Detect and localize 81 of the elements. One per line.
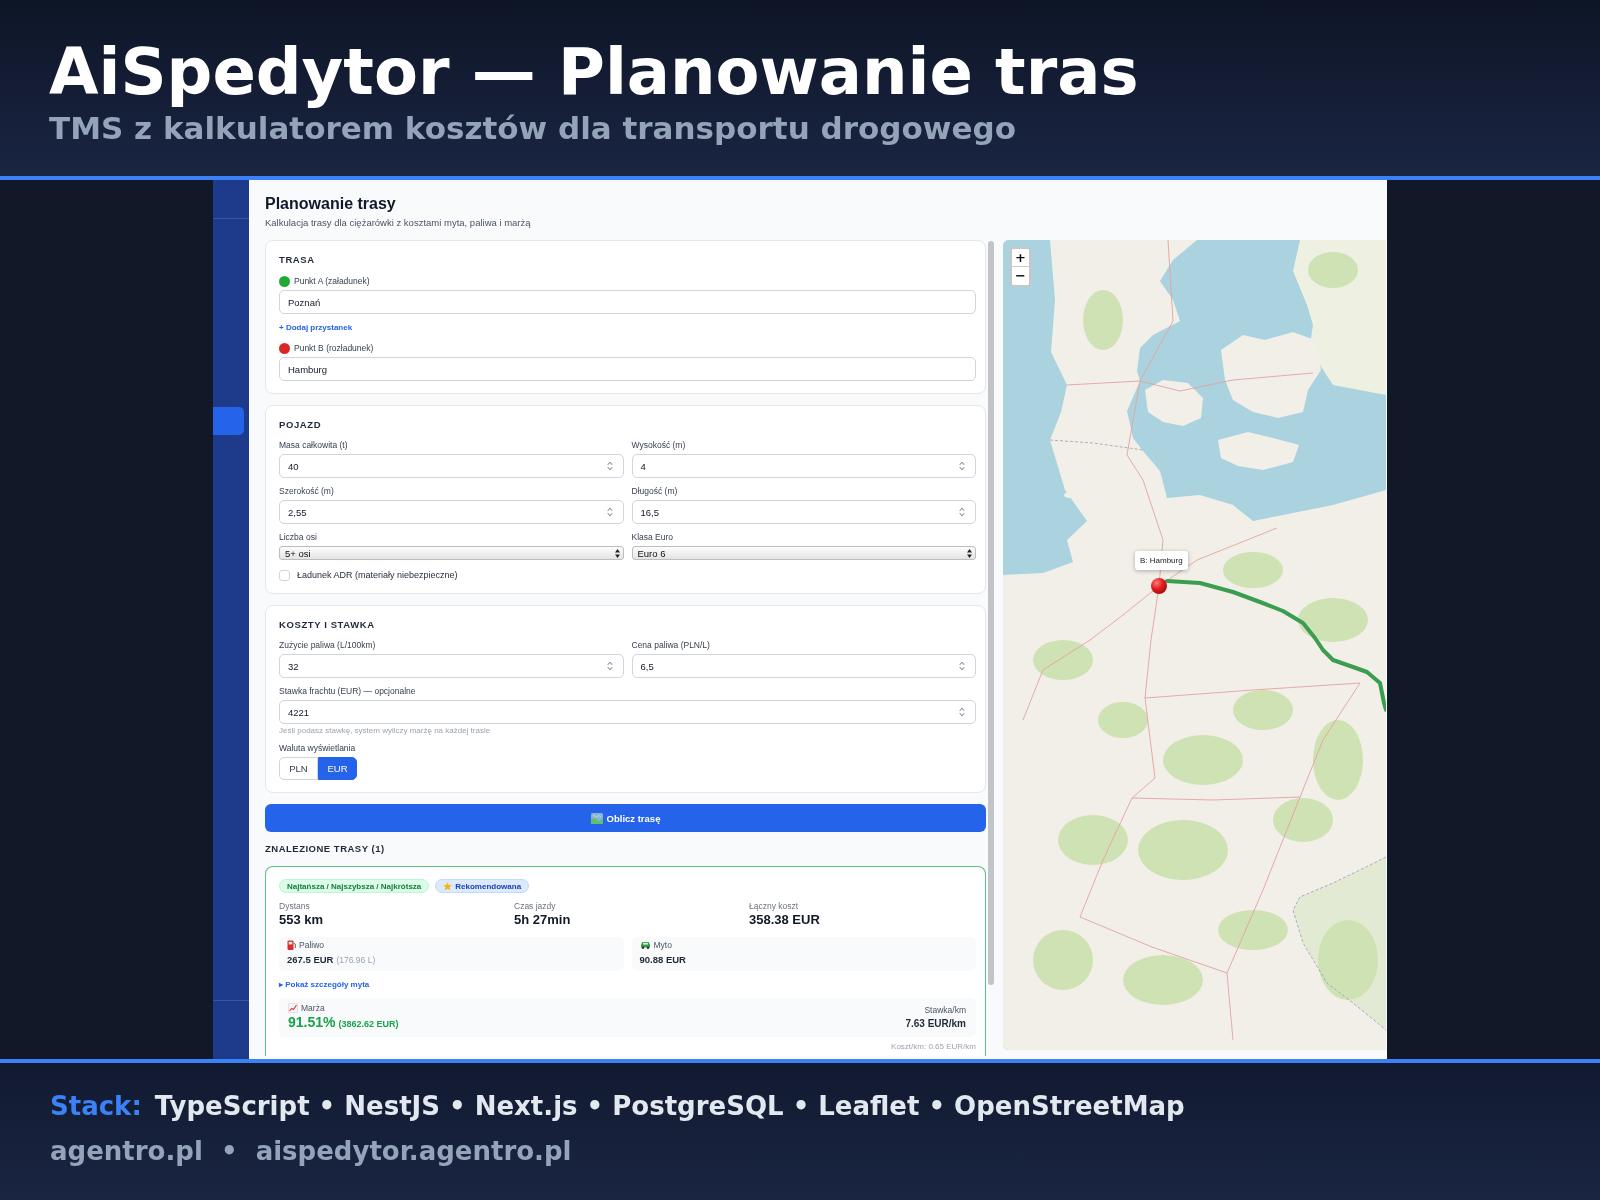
field-label: Cena paliwa (PLN/L) [631, 639, 710, 651]
location-input[interactable]: Hamburg [279, 357, 976, 381]
section-heading: KOSZTY I STAWKA [279, 619, 375, 631]
spinner-arrows-icon [959, 461, 965, 471]
sidebar-item[interactable] [213, 407, 244, 435]
stack-list: TypeScript • NestJS • Next.js • PostgreSQL • Leaflet • OpenStreetMap [154, 1089, 1185, 1123]
cost-value: 267.5 EUR [287, 953, 334, 966]
tag-label: Rekomendowana [455, 881, 522, 891]
spinner-arrows-icon [959, 707, 965, 717]
currency-option[interactable]: EUR [318, 757, 357, 780]
field-label: Punkt B (rozładunek) [294, 342, 374, 354]
select-field[interactable]: Euro 6 [631, 546, 976, 560]
stack-label: Stack: [50, 1090, 142, 1123]
spinner-arrows-icon [606, 461, 613, 471]
currency-option[interactable]: PLN [279, 757, 318, 780]
margin-percent: 91.51% [288, 1014, 336, 1031]
hint-text: Jeśli podasz stawkę, system wyliczy marżę na każdej trasie [279, 726, 491, 735]
number-input[interactable]: 4221 [279, 700, 976, 724]
field-label: Wysokość (m) [631, 439, 686, 451]
spinner-arrows-icon [606, 661, 613, 671]
number-input[interactable]: 40 [279, 454, 624, 478]
field-label: Punkt A (załadunek) [294, 275, 370, 287]
number-input[interactable]: 6,5 [631, 654, 976, 678]
zoom-in-button[interactable]: + [1012, 249, 1029, 267]
field-label: Waluta wyświetlania [279, 742, 356, 754]
checkbox-label: Ładunek ADR (materiały niebezpieczne) [297, 570, 458, 581]
field-label: Liczba osi [279, 531, 317, 543]
spinner-arrows-icon [959, 661, 965, 671]
calculate-route-button[interactable]: Oblicz trasę [265, 804, 986, 832]
banner-title: AiSpedytor — Planowanie tras [49, 38, 1139, 106]
stat-value: 553 km [279, 912, 324, 928]
results-heading: ZNALEZIONE TRASY (1) [265, 843, 385, 855]
chart-icon [288, 1003, 298, 1013]
select-field[interactable]: 5+ osi [279, 546, 624, 560]
spinner-arrows-icon [959, 507, 965, 517]
cost-label: Myto [653, 939, 672, 951]
number-input[interactable]: 32 [279, 654, 624, 678]
map-popup: B: Hamburg [1135, 551, 1188, 570]
field-label: Klasa Euro [631, 531, 674, 543]
number-input[interactable]: 4 [631, 454, 976, 478]
select-arrows-icon [614, 548, 620, 558]
stat-label: Dystans [279, 900, 310, 911]
cost-per-km-text: Koszt/km: 0.65 EUR/km [891, 1042, 976, 1052]
cost-note: (176.96 L) [336, 953, 376, 966]
page-subtitle: Kalkulacja trasy dla ciężarówki z kosztami myta, paliwa i marżą [265, 217, 531, 229]
section-heading: POJAZD [279, 419, 322, 431]
toll-details-link[interactable]: ▸ Pokaż szczegóły myta [279, 978, 370, 990]
page-title: Planowanie trasy [265, 194, 396, 214]
map-marker-icon[interactable] [1151, 578, 1167, 594]
map-icon [590, 812, 603, 824]
add-stop-link[interactable]: + Dodaj przystanek [279, 322, 353, 333]
route-result-card[interactable] [265, 866, 986, 1056]
field-label: Zużycie paliwa (L/100km) [279, 639, 376, 651]
number-input[interactable]: 2,55 [279, 500, 624, 524]
star-icon [443, 881, 453, 891]
stat-value: 5h 27min [514, 912, 571, 928]
fuel-pump-icon [287, 940, 296, 950]
stat-label: Łączny koszt [749, 900, 799, 911]
number-input[interactable]: 16,5 [631, 500, 976, 524]
margin-amount: (3862.62 EUR) [338, 1018, 399, 1031]
sites-text: agentro.pl • aispedytor.agentro.pl [50, 1135, 572, 1168]
stat-value: 358.38 EUR [749, 912, 820, 928]
checkbox[interactable] [279, 570, 290, 581]
scrollbar-thumb[interactable] [988, 241, 994, 985]
stat-label: Czas jazdy [514, 900, 556, 911]
location-input[interactable]: Poznań [279, 290, 976, 314]
rate-label: Stawka/km [924, 1004, 966, 1016]
field-label: Masa całkowita (t) [279, 439, 348, 451]
car-icon [639, 941, 651, 949]
rate-value: 7.63 EUR/km [905, 1016, 966, 1030]
select-arrows-icon [967, 548, 972, 558]
field-label: Długość (m) [631, 485, 678, 497]
field-label: Stawka frachtu (EUR) — opcjonalne [279, 685, 416, 697]
cost-value: 90.88 EUR [639, 953, 686, 966]
margin-label: Marża [301, 1002, 325, 1014]
route-tag: Najtańsza / Najszybsza / Najkrótsza [279, 879, 430, 893]
section-heading: TRASA [279, 254, 315, 266]
field-label: Szerokość (m) [279, 485, 334, 497]
cost-label: Paliwo [299, 939, 325, 951]
banner-subtitle: TMS z kalkulatorem kosztów dla transportu drogowego [49, 110, 1016, 146]
spinner-arrows-icon [606, 507, 613, 517]
